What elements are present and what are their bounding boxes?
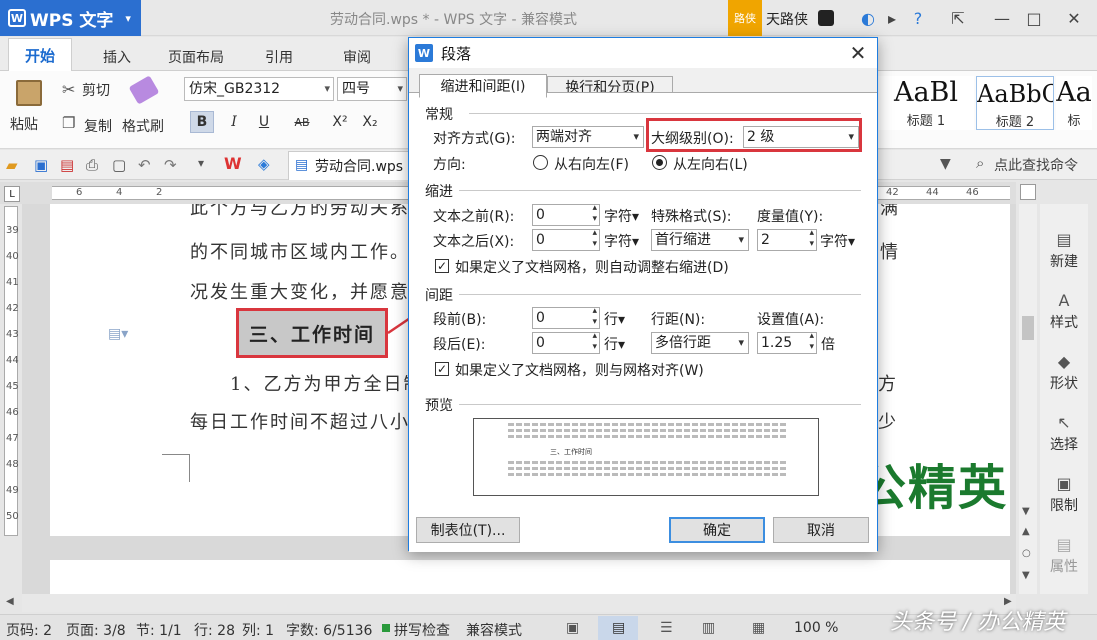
measure-unit[interactable]: 字符▾ — [820, 231, 855, 251]
divider — [469, 113, 861, 114]
grid-indent-checkbox[interactable]: ✓ — [435, 259, 449, 273]
preview-line — [508, 429, 786, 432]
preview-line — [508, 461, 786, 464]
line-spacing-label: 行距(N): — [651, 312, 706, 328]
before-spacing-unit[interactable]: 行▾ — [604, 309, 625, 329]
before-text-input[interactable]: 0 — [532, 203, 600, 226]
align-label: 对齐方式(G): — [433, 131, 516, 147]
preview-line — [508, 435, 786, 438]
measure-input[interactable]: 2 — [757, 228, 817, 251]
divider — [459, 190, 861, 191]
outline-level-highlight — [646, 118, 862, 152]
section-general: 常规 — [425, 104, 457, 124]
before-spacing-label: 段前(B): — [433, 312, 487, 328]
after-spacing-label: 段后(E): — [433, 337, 486, 353]
tab-indent-spacing[interactable]: 缩进和间距(I) — [419, 74, 547, 98]
grid-align-checkbox[interactable]: ✓ — [435, 362, 449, 376]
divider — [459, 294, 861, 295]
after-spacing-input[interactable]: 0 — [532, 331, 600, 354]
wps-logo-icon: W — [415, 44, 433, 62]
grid-align-label[interactable]: 如果定义了文档网格，则与网格对齐(W) — [455, 360, 704, 380]
preview-line — [508, 423, 786, 426]
setting-unit: 倍 — [821, 337, 835, 353]
measure-label: 度量值(Y): — [757, 209, 824, 225]
after-text-unit[interactable]: 字符▾ — [604, 231, 639, 251]
section-preview: 预览 — [425, 395, 457, 415]
ltr-radio[interactable] — [652, 155, 667, 170]
section-indent: 缩进 — [425, 181, 457, 201]
dialog-title: 段落 — [409, 38, 877, 68]
tab-stops-button[interactable]: 制表位(T)... — [416, 517, 520, 543]
before-text-unit[interactable]: 字符▾ — [604, 206, 639, 226]
section-spacing: 间距 — [425, 285, 457, 305]
after-text-input[interactable]: 0 — [532, 228, 600, 251]
divider — [459, 404, 861, 405]
preview-line — [508, 473, 786, 476]
special-format-label: 特殊格式(S): — [651, 209, 732, 225]
setting-input[interactable]: 1.25 — [757, 331, 817, 354]
cancel-button[interactable]: 取消 — [773, 517, 869, 543]
before-spacing-input[interactable]: 0 — [532, 306, 600, 329]
preview-line — [508, 467, 786, 470]
ok-button[interactable]: 确定 — [669, 517, 765, 543]
align-select[interactable]: 两端对齐 — [532, 126, 644, 148]
setting-label: 设置值(A): — [757, 312, 825, 328]
close-icon[interactable]: ✕ — [845, 41, 871, 65]
special-format-select[interactable]: 首行缩进 — [651, 229, 749, 251]
preview-box: 三、工作时间 — [473, 418, 819, 496]
line-spacing-select[interactable]: 多倍行距 — [651, 332, 749, 354]
before-text-label: 文本之前(R): — [433, 209, 515, 225]
after-spacing-unit[interactable]: 行▾ — [604, 334, 625, 354]
after-text-label: 文本之后(X): — [433, 234, 515, 250]
rtl-label[interactable]: 从右向左(F) — [554, 154, 640, 174]
rtl-radio[interactable] — [533, 155, 548, 170]
preview-heading: 三、工作时间 — [550, 448, 592, 456]
ltr-label[interactable]: 从左向右(L) — [673, 154, 748, 174]
direction-label: 方向: — [433, 157, 466, 173]
grid-indent-label[interactable]: 如果定义了文档网格，则自动调整右缩进(D) — [455, 257, 729, 277]
paragraph-dialog: 段落 W ✕ 缩进和间距(I) 换行和分页(P) 常规 对齐方式(G): 两端对… — [408, 37, 878, 552]
